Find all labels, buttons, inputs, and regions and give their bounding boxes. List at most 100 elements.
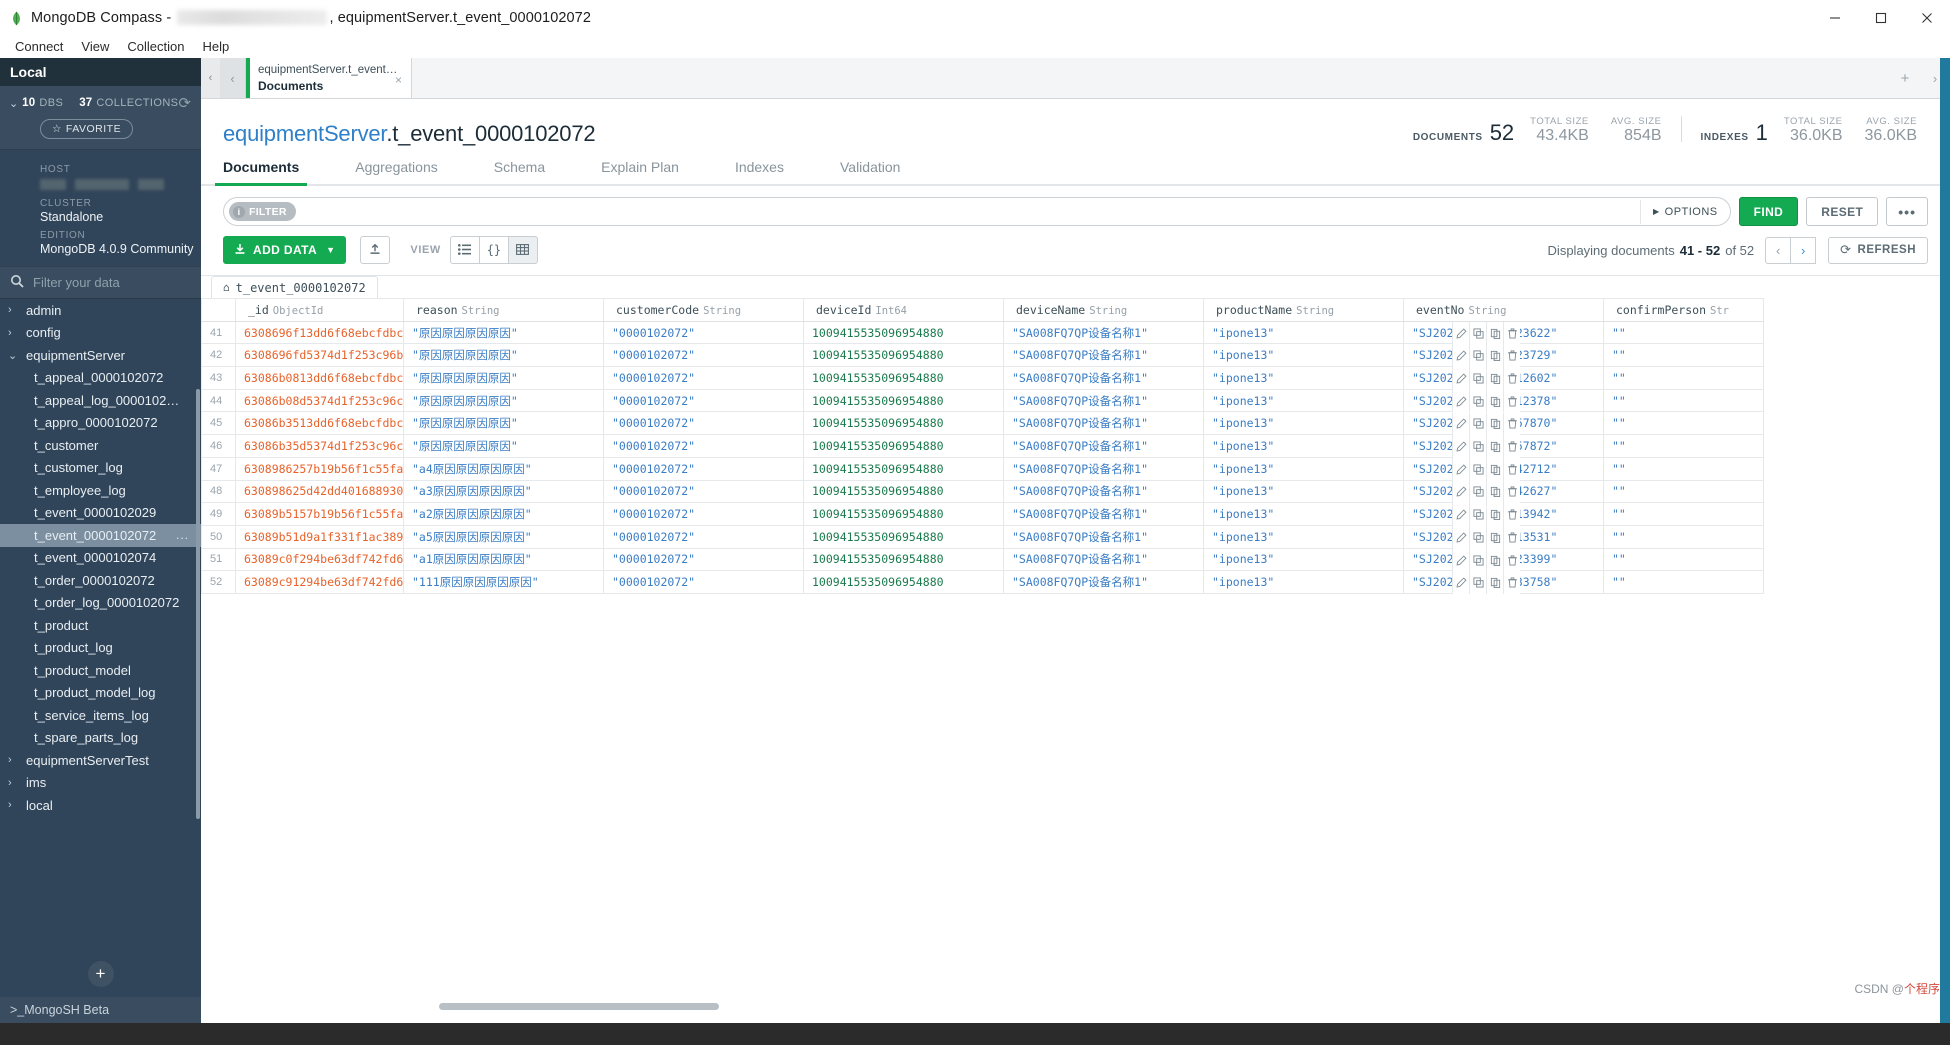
cell-confirmperson[interactable]: "" [1603,411,1764,436]
database-link[interactable]: equipmentServer [223,121,387,146]
cell-reason[interactable]: "原因原因原因原因" [403,320,604,345]
sidebar-collection-t-service-items-log[interactable]: t_service_items_log [0,704,201,727]
cell-deviceid[interactable]: 1009415535096954880 [803,524,1004,549]
edit-icon[interactable] [1452,503,1469,526]
clone-icon[interactable] [1469,412,1486,436]
sidebar-scrollbar[interactable] [196,389,200,819]
column-header-productname[interactable]: productName String [1203,298,1404,322]
delete-icon[interactable] [1503,344,1520,368]
tab-explain-plan[interactable]: Explain Plan [601,159,679,184]
sidebar-filter[interactable] [0,266,201,299]
cell-deviceid[interactable]: 1009415535096954880 [803,547,1004,572]
options-toggle[interactable]: ▶ OPTIONS [1639,199,1730,224]
edit-icon[interactable] [1452,435,1469,458]
sidebar-collection-t-order[interactable]: t_order_0000102072 [0,569,201,592]
prev-page-button[interactable]: ‹ [1765,236,1792,264]
clone-icon[interactable] [1469,548,1486,572]
column-header-devicename[interactable]: deviceName String [1003,298,1204,322]
delete-icon[interactable] [1503,389,1520,413]
cell-confirmperson[interactable]: "" [1603,366,1764,390]
json-view-button[interactable]: {} [478,236,509,264]
cell-deviceid[interactable]: 1009415535096954880 [803,456,1004,481]
filter-input-wrap[interactable]: i FILTER ▶ OPTIONS [223,197,1731,226]
copy-icon[interactable] [1486,503,1503,526]
cell-customercode[interactable]: "0000102072" [603,479,804,504]
sidebar-db-local[interactable]: › local [0,794,201,817]
menu-help[interactable]: Help [193,37,238,57]
cell-id[interactable]: 6308696f13dd6f68ebcfdbc1 [235,320,404,345]
cell-productname[interactable]: "ipone13" [1203,456,1404,481]
delete-icon[interactable] [1503,457,1520,481]
delete-icon[interactable] [1503,571,1520,595]
cell-confirmperson[interactable]: "" [1603,547,1764,572]
cell-reason[interactable]: "原因原因原因原因" [403,366,604,390]
cell-productname[interactable]: "ipone13" [1203,479,1404,504]
cell-reason[interactable]: "原因原因原因原因" [403,388,604,413]
clone-icon[interactable] [1469,480,1486,504]
sidebar-collection-t-appeal-log[interactable]: t_appeal_log_0000102… [0,389,201,412]
cell-reason[interactable]: "a3原因原因原因原因" [403,479,604,504]
cell-id[interactable]: 630898625d42dd4016889300 [235,479,404,504]
cell-customercode[interactable]: "0000102072" [603,343,804,368]
cell-deviceid[interactable]: 1009415535096954880 [803,366,1004,390]
cell-deviceid[interactable]: 1009415535096954880 [803,502,1004,526]
clone-icon[interactable] [1469,389,1486,413]
menu-view[interactable]: View [72,37,118,57]
sidebar-db-ims[interactable]: › ims [0,772,201,795]
cell-productname[interactable]: "ipone13" [1203,366,1404,390]
favorite-button[interactable]: ☆ FAVORITE [40,119,134,139]
sidebar-db-equipmentservertest[interactable]: › equipmentServerTest [0,749,201,772]
delete-icon[interactable] [1503,367,1520,390]
table-row[interactable]: 50 63089b51d9a1f331f1ac389c "a5原因原因原因原因" "0… [201,524,1764,549]
cell-id[interactable]: 63089b5157b19b56f1c55fad [235,502,404,526]
copy-icon[interactable] [1486,526,1503,549]
cell-devicename[interactable]: "SA008FQ7QP设备名称1" [1003,456,1204,481]
find-button[interactable]: FIND [1738,197,1799,226]
clone-icon[interactable] [1469,367,1486,390]
copy-icon[interactable] [1486,571,1503,595]
copy-icon[interactable] [1486,480,1503,504]
edit-icon[interactable] [1452,526,1469,549]
cell-productname[interactable]: "ipone13" [1203,502,1404,526]
close-button[interactable] [1904,0,1950,36]
cell-id[interactable]: 63089c0f294be63df742fd6e [235,547,404,572]
delete-icon[interactable] [1503,321,1520,345]
cell-devicename[interactable]: "SA008FQ7QP设备名称1" [1003,434,1204,458]
horizontal-scrollbar[interactable] [439,1003,719,1010]
cell-productname[interactable]: "ipone13" [1203,343,1404,368]
clone-icon[interactable] [1469,435,1486,458]
cell-productname[interactable]: "ipone13" [1203,320,1404,345]
cell-reason[interactable]: "111原因原因原因原因" [403,570,604,594]
breadcrumb-root[interactable]: ⌂ t_event_0000102072 [211,276,378,298]
cell-confirmperson[interactable]: "" [1603,320,1764,345]
collection-more-icon[interactable]: ... [176,528,189,542]
table-row[interactable]: 46 63086b35d5374d1f253c96c2 "原因原因原因原因" "000… [201,434,1764,458]
close-icon[interactable]: × [395,73,402,87]
copy-icon[interactable] [1486,435,1503,458]
cell-devicename[interactable]: "SA008FQ7QP设备名称1" [1003,479,1204,504]
cell-customercode[interactable]: "0000102072" [603,547,804,572]
cell-customercode[interactable]: "0000102072" [603,388,804,413]
tab-validation[interactable]: Validation [840,159,900,184]
cell-deviceid[interactable]: 1009415535096954880 [803,343,1004,368]
cell-devicename[interactable]: "SA008FQ7QP设备名称1" [1003,570,1204,594]
table-row[interactable]: 51 63089c0f294be63df742fd6e "a1原因原因原因原因" "0… [201,547,1764,572]
delete-icon[interactable] [1503,480,1520,504]
cell-confirmperson[interactable]: "" [1603,343,1764,368]
copy-icon[interactable] [1486,321,1503,345]
cell-productname[interactable]: "ipone13" [1203,547,1404,572]
cell-deviceid[interactable]: 1009415535096954880 [803,411,1004,436]
clone-icon[interactable] [1469,571,1486,595]
cell-devicename[interactable]: "SA008FQ7QP设备名称1" [1003,524,1204,549]
sidebar-db-admin[interactable]: › admin [0,299,201,322]
cell-reason[interactable]: "原因原因原因原因" [403,343,604,368]
table-view-button[interactable] [507,236,538,264]
sidebar-collection-t-event-102074[interactable]: t_event_0000102074 [0,547,201,570]
cell-reason[interactable]: "a1原因原因原因原因" [403,547,604,572]
collection-tab[interactable]: equipmentServer.t_event… Documents × [246,58,412,98]
edit-icon[interactable] [1452,389,1469,413]
cell-confirmperson[interactable]: "" [1603,456,1764,481]
table-row[interactable]: 45 63086b3513dd6f68ebcfdbc3 "原因原因原因原因" "000… [201,411,1764,436]
sidebar-collection-t-order-log[interactable]: t_order_log_0000102072 [0,592,201,615]
refresh-button[interactable]: ⟳ REFRESH [1828,236,1928,264]
